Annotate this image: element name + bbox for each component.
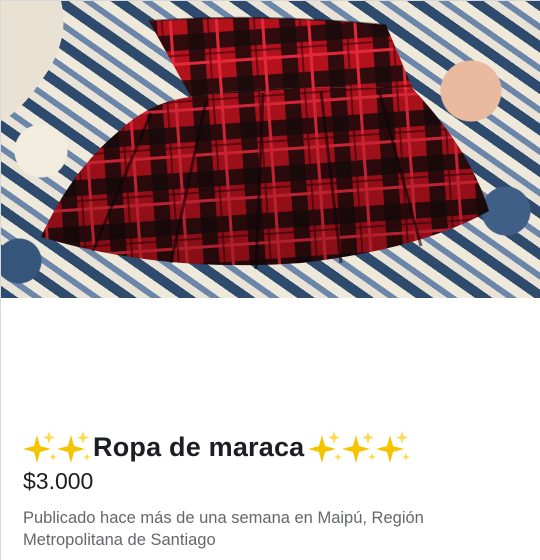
listing-posted-location: Publicado hace más de una semana en Maip… [23, 509, 424, 549]
sparkles-icon [376, 431, 411, 463]
listing-info: Ropa de maraca $3.000 Publicado hace más… [1, 298, 540, 560]
sparkles-icon [23, 431, 57, 463]
listing-price: $3.000 [23, 468, 94, 494]
listing-title-row[interactable]: Ropa de maraca [23, 428, 411, 466]
sparkles-icon [57, 431, 91, 463]
trailing-sparkles [308, 429, 411, 465]
skirt-image [1, 1, 489, 270]
leading-sparkles [23, 429, 91, 465]
sparkles-icon [308, 431, 343, 463]
sparkles-icon [342, 431, 377, 463]
listing-photo[interactable] [1, 1, 540, 298]
marketplace-listing: Ropa de maraca $3.000 Publicado hace más… [0, 0, 540, 560]
listing-title: Ropa de maraca [93, 431, 305, 462]
